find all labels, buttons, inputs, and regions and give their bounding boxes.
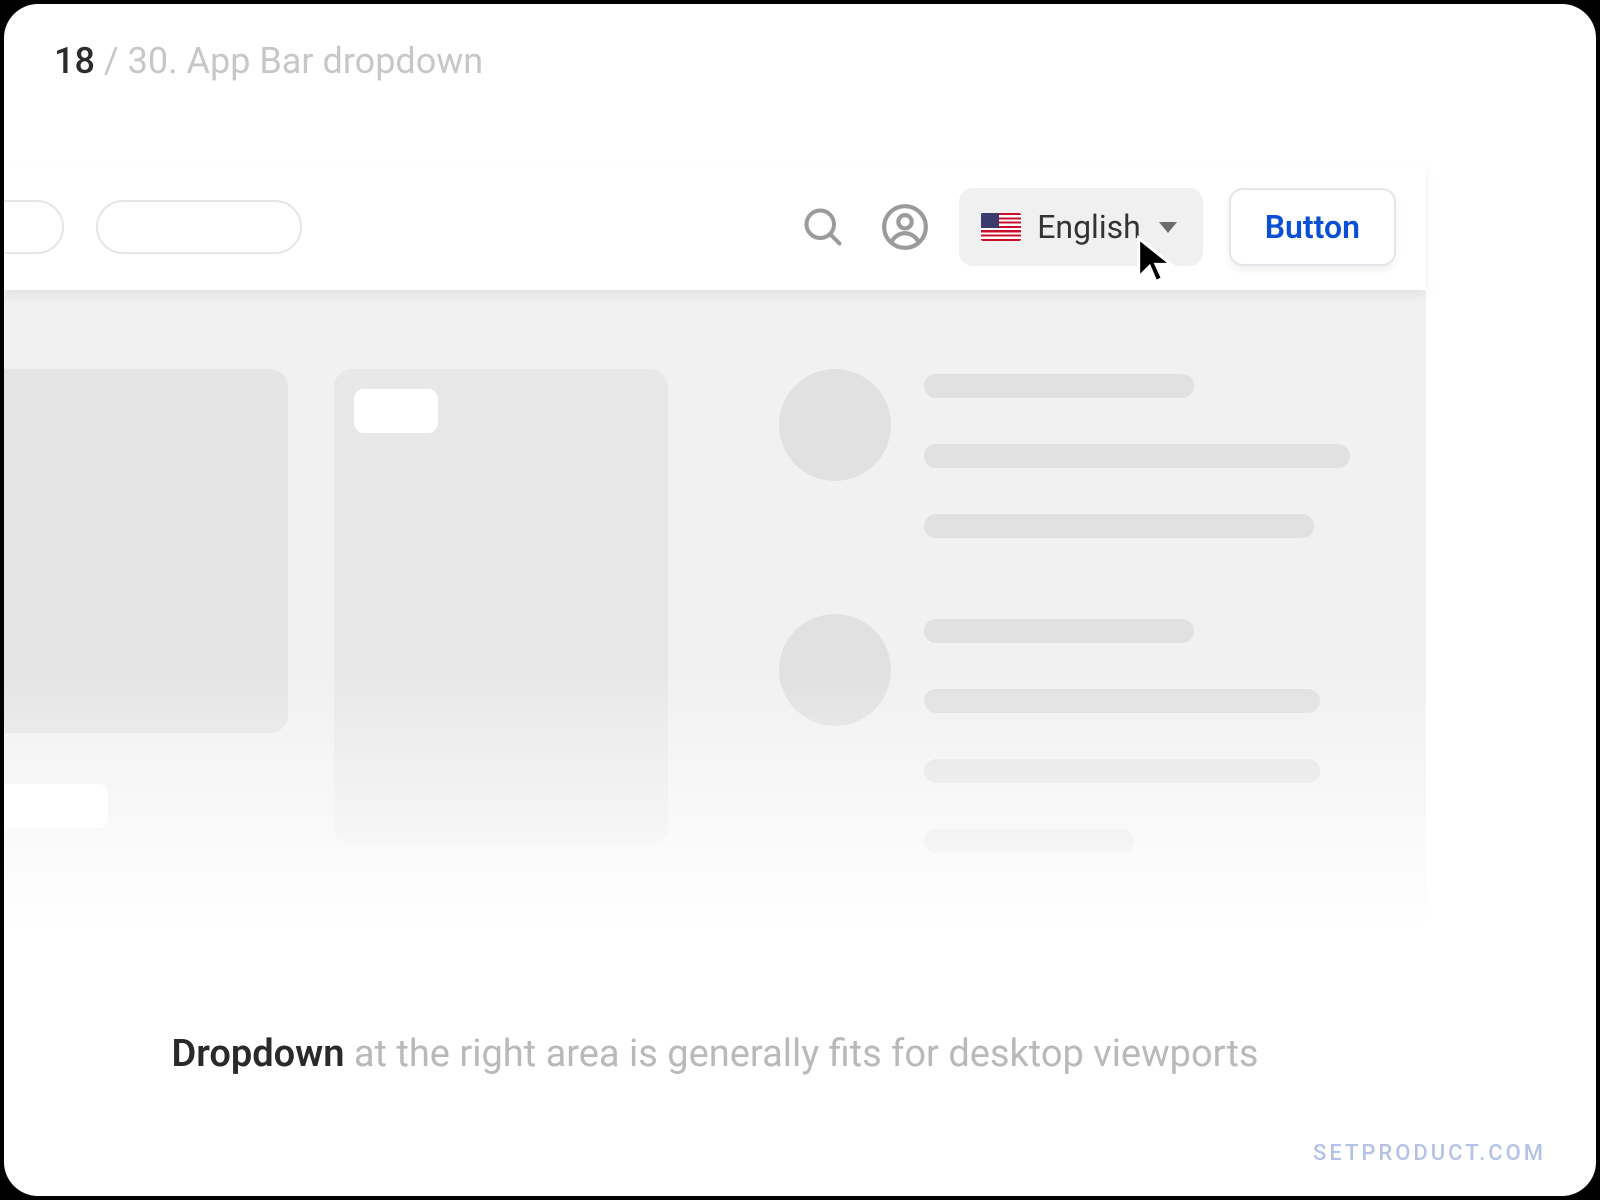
skeleton-tag [4,784,108,828]
skeleton-line [924,514,1314,538]
skeleton-card [4,369,288,733]
search-button[interactable] [795,199,851,255]
skeleton-line [924,689,1320,713]
app-bar-right: English Button [795,188,1396,266]
primary-button[interactable]: Button [1229,188,1396,266]
skeleton-avatar [779,369,891,481]
skeleton-tag [354,389,438,433]
caption-rest: at the right area is generally fits for … [344,1032,1258,1076]
slide-canvas: 18 / 30. App Bar dropdown [4,4,1596,1196]
search-icon [801,205,845,249]
nav-pill[interactable] [96,200,302,254]
nav-pill-cut[interactable] [4,200,64,254]
caret-down-icon [1159,222,1177,233]
slide-counter: 18 / 30. App Bar dropdown [54,40,483,82]
language-label: English [1037,208,1141,246]
skeleton-line [924,619,1194,643]
primary-button-label: Button [1265,208,1360,246]
skeleton-line [924,444,1350,468]
skeleton-avatar [779,614,891,726]
skeleton-card [334,369,668,845]
skeleton-line [924,759,1320,783]
mock-stage: English Button [4,164,1426,976]
language-dropdown[interactable]: English [959,188,1203,266]
account-button[interactable] [877,199,933,255]
caption: Dropdown at the right area is generally … [4,1032,1426,1076]
app-bar: English Button [4,164,1426,290]
slide-separator: / [95,40,128,82]
watermark: SETPRODUCT.COM [1313,1141,1546,1166]
skeleton-line [924,829,1134,853]
skeleton-line [924,374,1194,398]
caption-strong: Dropdown [171,1032,344,1076]
us-flag-icon [981,213,1021,241]
slide-index: 18 [54,40,95,82]
slide-title: 30. App Bar dropdown [128,40,484,82]
user-circle-icon [880,202,930,252]
